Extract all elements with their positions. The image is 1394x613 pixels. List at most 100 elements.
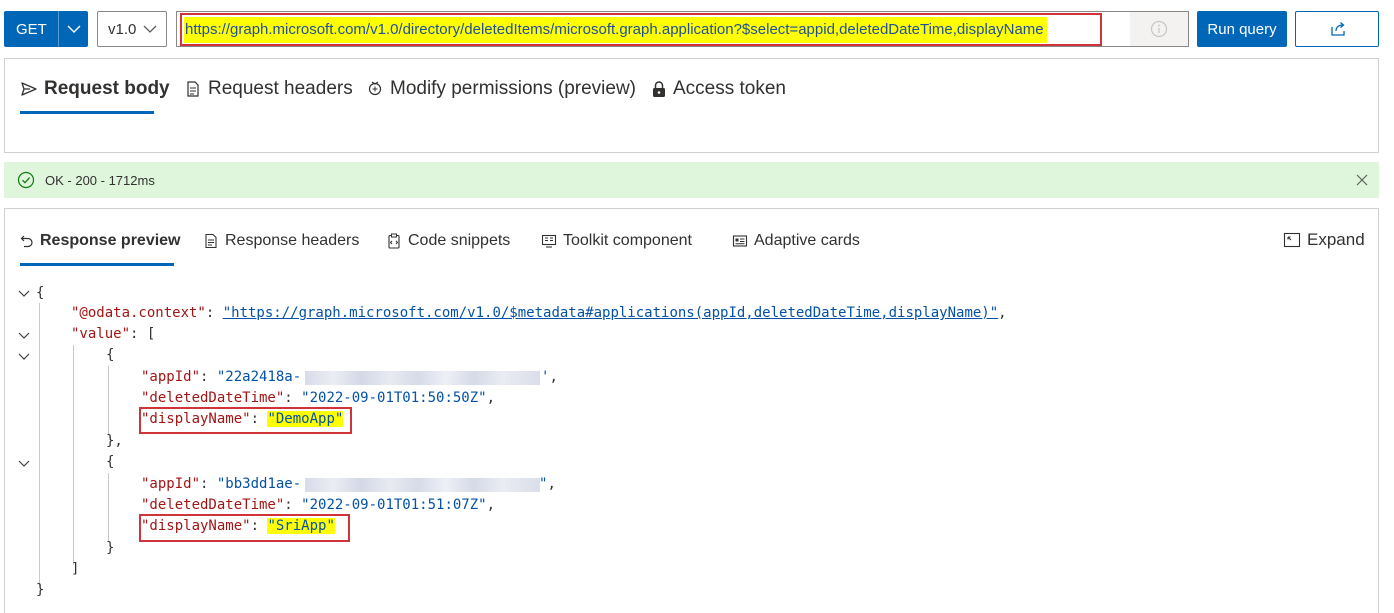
app-id-value: "22a2418a- [216,369,302,385]
tab-label: Adaptive cards [754,232,860,249]
json-punct: : [ [130,326,156,342]
document-icon [205,233,217,249]
json-line: "deletedDateTime": "2022-09-01T01:50:50Z… [141,388,495,409]
indent-guide [39,303,40,587]
chevron-down-icon [143,25,157,33]
json-punct: , [547,476,556,492]
deleted-date-value: "2022-09-01T01:51:07Z" [301,497,487,513]
json-line: ] [71,561,80,577]
json-line: { [106,347,115,363]
request-panel [4,58,1379,153]
share-button[interactable] [1295,11,1379,47]
json-line: { [36,283,44,304]
context-link[interactable]: "https://graph.microsoft.com/v1.0/$metad… [223,305,998,321]
annotation-box [139,514,350,542]
expand-label: Expand [1307,230,1365,249]
send-icon [21,82,37,96]
expand-icon [1283,232,1301,248]
json-key: "value" [71,326,131,342]
close-icon[interactable] [1355,173,1369,187]
app-id-value: "bb3dd1ae- [216,476,302,492]
json-line: "appId": "bb3dd1ae- [141,474,301,495]
tab-label: Access token [673,78,786,99]
json-punct: , [998,305,1007,321]
tab-label: Code snippets [408,232,511,249]
json-punct: , [486,390,496,406]
tab-label: Request body [44,78,170,99]
tab-label: Response headers [225,232,360,249]
tab-label: Response preview [40,232,181,249]
redacted-blur [305,371,540,385]
json-punct: , [486,497,496,513]
share-icon [1331,22,1345,36]
json-punct: , [549,369,558,385]
json-key: "deletedDateTime" [141,390,285,406]
tab-response-headers[interactable]: Response headers [203,232,359,250]
lock-icon [653,81,665,97]
json-line: ", [539,474,556,495]
json-line: ', [541,367,558,388]
annotation-box [139,407,352,434]
status-text: OK - 200 - 1712ms [45,173,155,188]
json-brace: { [36,285,45,301]
indent-guide [108,366,109,435]
document-icon [187,81,199,97]
http-method-dropdown[interactable]: GET [4,11,88,47]
version-label: v1.0 [108,20,137,38]
json-punct: : [200,476,217,492]
json-key: "deletedDateTime" [141,497,285,513]
tab-label: Request headers [208,78,353,99]
status-bar: OK - 200 - 1712ms [4,162,1379,198]
tab-response-preview[interactable]: Response preview [20,232,181,250]
json-punct: : [205,305,223,321]
json-line: "appId": "22a2418a- [141,367,301,388]
indent-guide [108,473,109,542]
http-method-label: GET [16,20,47,38]
toolkit-icon [541,234,557,248]
fold-chevron-icon[interactable] [17,329,31,343]
tab-modify-permissions[interactable]: Modify permissions (preview) [366,78,636,100]
tab-code-snippets[interactable]: Code snippets [386,232,510,250]
info-icon [1150,20,1168,38]
tab-request-headers[interactable]: Request headers [184,78,353,100]
tab-adaptive-cards[interactable]: Adaptive cards [732,232,860,250]
active-tab-indicator [20,263,174,266]
active-tab-indicator [20,111,154,114]
version-dropdown[interactable]: v1.0 [97,11,167,47]
tab-toolkit-component[interactable]: Toolkit component [541,232,692,250]
json-line: } [36,582,45,598]
json-line: { [106,454,115,470]
json-line: }, [106,433,123,449]
json-line: "value": [ [71,324,155,345]
json-punct: : [284,390,302,406]
redacted-blur [305,478,540,492]
tab-access-token[interactable]: Access token [651,78,786,100]
tab-label: Toolkit component [563,232,692,249]
json-key: "appId" [141,476,201,492]
url-text: https://graph.microsoft.com/v1.0/directo… [184,17,1047,43]
json-punct: : [200,369,217,385]
run-query-button[interactable]: Run query [1197,11,1287,47]
clipboard-icon [388,233,400,249]
dropdown-divider [58,11,59,47]
undo-icon [20,235,33,248]
tab-request-body[interactable]: Request body [20,78,170,100]
card-icon [732,235,748,247]
check-circle-icon [17,171,35,189]
expand-button[interactable]: Expand [1283,230,1365,250]
json-key: "appId" [141,369,201,385]
json-punct: : [284,497,302,513]
indent-guide [73,345,74,565]
deleted-date-value: "2022-09-01T01:50:50Z" [301,390,487,406]
fold-chevron-icon[interactable] [17,350,31,364]
chevron-down-icon [67,25,81,33]
info-button[interactable] [1130,12,1188,46]
fold-chevron-icon[interactable] [17,457,31,471]
json-line: "@odata.context": "https://graph.microso… [71,303,1007,324]
json-key: "@odata.context" [71,305,206,321]
tab-label: Modify permissions (preview) [390,78,637,99]
json-line: } [106,540,115,556]
fold-chevron-icon[interactable] [17,287,31,301]
badge-icon [368,81,382,96]
json-line: "deletedDateTime": "2022-09-01T01:51:07Z… [141,495,495,516]
